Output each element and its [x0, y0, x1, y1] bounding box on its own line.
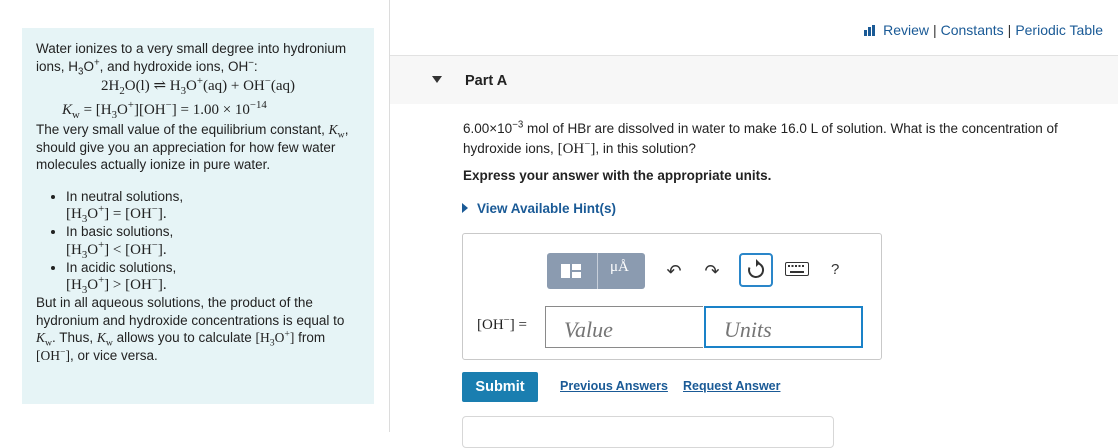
submit-button[interactable]: Submit [462, 372, 538, 402]
part-title: Part A [465, 73, 508, 89]
units-symbol-button[interactable]: μÅ [597, 253, 646, 289]
reset-button[interactable] [739, 253, 773, 287]
templates-toolbar: μÅ [547, 253, 645, 289]
constants-link[interactable]: Constants [941, 22, 1004, 38]
list-item: In basic solutions,[H3O+] < [OH−]. [66, 223, 360, 260]
kw-equation: Kw = [H3O+][OH−] = 1.00 × 10−14 [62, 99, 267, 121]
list-item: In acidic solutions,[H3O+] > [OH−]. [66, 259, 360, 296]
collapse-triangle-icon[interactable] [432, 76, 442, 83]
intro-paragraph-3: But in all aqueous solutions, the produc… [36, 295, 345, 363]
periodic-table-link[interactable]: Periodic Table [1015, 22, 1103, 38]
expand-triangle-icon [462, 203, 468, 213]
review-icon [864, 25, 876, 36]
reset-icon [748, 259, 765, 278]
keyboard-icon[interactable] [785, 262, 809, 276]
redo-icon[interactable]: ↷ [699, 258, 725, 284]
templates-button[interactable] [547, 253, 595, 289]
question-text: 6.00×10−3 mol of HBr are dissolved in wa… [463, 119, 1058, 157]
ionization-equation: 2H2O(l) ⇌ H3O+(aq) + OH−(aq) [100, 75, 296, 97]
units-input[interactable] [704, 306, 863, 348]
mu-angstrom-icon: μÅ [610, 259, 629, 275]
solution-types-list: In neutral solutions,[H3O+] = [OH−]. In … [36, 188, 360, 296]
answer-box: μÅ ↶ ↷ ? [OH−] = [462, 233, 882, 360]
answer-instruction: Express your answer with the appropriate… [463, 168, 772, 183]
view-hints-link[interactable]: View Available Hint(s) [462, 201, 616, 216]
intro-panel: Water ionizes to a very small degree int… [22, 28, 374, 404]
templates-icon [561, 264, 581, 278]
help-button[interactable]: ? [831, 261, 839, 278]
intro-paragraph-1: Water ionizes to a very small degree int… [36, 41, 347, 78]
feedback-box [462, 416, 834, 448]
undo-icon[interactable]: ↶ [661, 258, 687, 284]
previous-answers-link[interactable]: Previous Answers [560, 379, 668, 393]
list-item: In neutral solutions,[H3O+] = [OH−]. [66, 188, 360, 225]
intro-paragraph-2: The very small value of the equilibrium … [36, 122, 349, 172]
review-link[interactable]: Review [883, 22, 929, 38]
value-input[interactable] [545, 306, 703, 348]
answer-label: [OH−] = [477, 314, 527, 333]
request-answer-link[interactable]: Request Answer [683, 379, 780, 393]
resource-links: Review | Constants | Periodic Table [864, 22, 1103, 38]
